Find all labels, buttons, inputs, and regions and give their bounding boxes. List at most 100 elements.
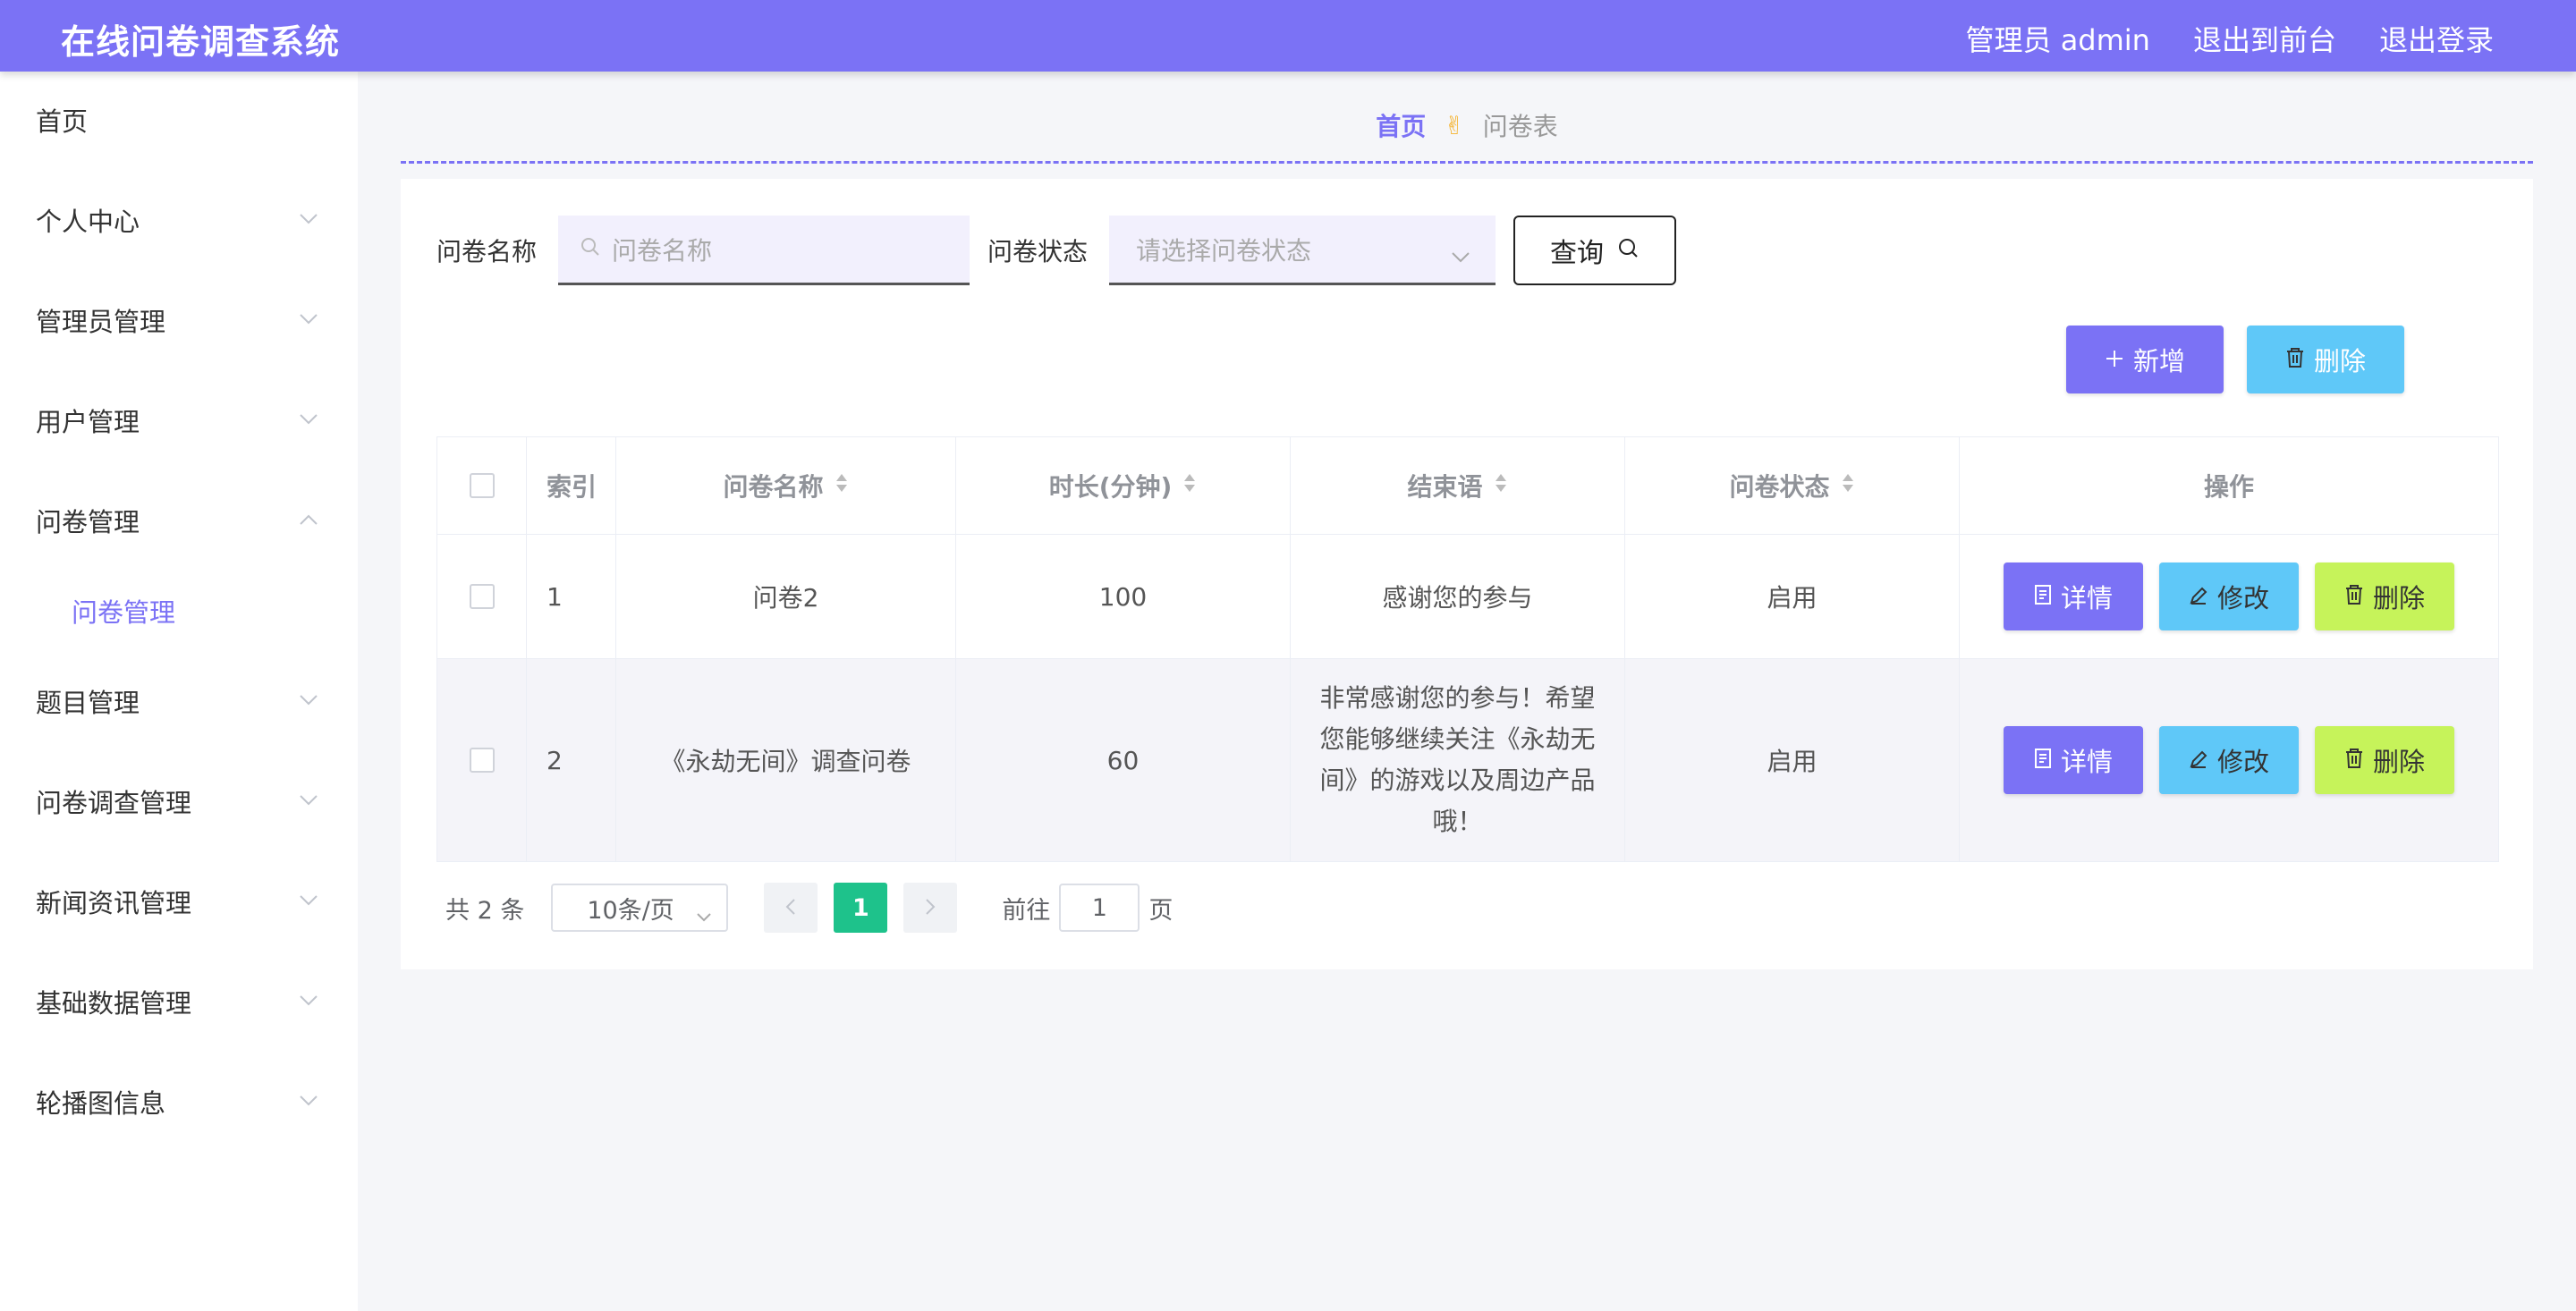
chevron-down-icon (299, 753, 320, 853)
sidebar-item-news-management[interactable]: 新闻资讯管理 (0, 853, 358, 953)
next-page-button[interactable] (903, 883, 958, 933)
column-header-label: 问卷名称 (723, 472, 824, 502)
chevron-down-icon (696, 901, 712, 929)
query-button[interactable]: 查询 (1513, 216, 1677, 285)
add-button[interactable]: 新增 (2066, 326, 2224, 393)
status-select[interactable]: 请选择问卷状态 (1109, 216, 1496, 285)
detail-button[interactable]: 详情 (2004, 726, 2143, 794)
top-header: 在线问卷调查系统 管理员 admin 退出到前台 退出登录 (0, 0, 2576, 72)
total-count: 共 2 条 (445, 896, 525, 925)
column-header-status[interactable]: 问卷状态 (1625, 437, 1960, 534)
cell-duration: 100 (956, 535, 1291, 658)
exit-to-frontend-link[interactable]: 退出到前台 (2193, 18, 2336, 59)
column-header-name[interactable]: 问卷名称 (616, 437, 956, 534)
sidebar-item-survey-management[interactable]: 问卷调查管理 (0, 753, 358, 853)
prev-page-button[interactable] (764, 883, 818, 933)
select-all-checkbox[interactable] (469, 473, 495, 498)
header-checkbox-cell (437, 437, 527, 534)
trash-icon (2344, 581, 2364, 612)
breadcrumb-home[interactable]: 首页 (1376, 107, 1426, 143)
table-row: 1 问卷2 100 感谢您的参与 启用 详情 修改 删除 (437, 535, 2498, 659)
sidebar-subitem-questionnaire-management[interactable]: 问卷管理 (0, 572, 358, 653)
name-search-input[interactable]: 问卷名称 (558, 216, 970, 285)
column-header-label: 时长(分钟) (1048, 472, 1173, 502)
row-checkbox[interactable] (469, 584, 495, 609)
row-checkbox[interactable] (469, 748, 495, 773)
search-bar: 问卷名称 问卷名称 问卷状态 请选择问卷状态 查询 (436, 215, 1677, 286)
sidebar-item-label: 基础数据管理 (36, 988, 192, 1019)
table-row: 2 《永劫无间》调查问卷 60 非常感谢您的参与！希望您能够继续关注《永劫无间》… (437, 659, 2498, 861)
status-filter-label: 问卷状态 (987, 237, 1089, 266)
delete-button[interactable]: 删除 (2315, 562, 2454, 630)
row-checkbox-cell (437, 659, 527, 861)
chevron-up-icon (299, 472, 320, 572)
goto-suffix: 页 (1148, 896, 1174, 925)
batch-delete-button[interactable]: 删除 (2247, 326, 2404, 393)
column-header-label: 问卷状态 (1729, 472, 1830, 502)
name-search-placeholder: 问卷名称 (612, 235, 713, 266)
page-number-active[interactable]: 1 (834, 883, 888, 933)
edit-button[interactable]: 修改 (2159, 726, 2299, 794)
document-icon (2034, 581, 2052, 612)
sidebar-item-label: 新闻资讯管理 (36, 888, 192, 918)
sort-icon[interactable] (1494, 471, 1508, 501)
cell-ending: 感谢您的参与 (1291, 535, 1625, 658)
detail-button[interactable]: 详情 (2004, 562, 2143, 630)
sidebar-item-label: 问卷调查管理 (36, 788, 192, 818)
sidebar-item-basic-data-management[interactable]: 基础数据管理 (0, 953, 358, 1053)
search-icon (580, 234, 601, 264)
chevron-down-icon (299, 1053, 320, 1154)
trash-icon (2285, 344, 2305, 375)
content-panel: 问卷名称 问卷名称 问卷状态 请选择问卷状态 查询 新增 删除 索引 问卷名称 (401, 179, 2533, 969)
column-header-duration[interactable]: 时长(分钟) (956, 437, 1291, 534)
sidebar-item-home[interactable]: 首页 (0, 72, 358, 172)
detail-button-label: 详情 (2060, 747, 2113, 777)
admin-user-link[interactable]: 管理员 admin (1966, 18, 2150, 59)
cell-name: 《永劫无间》调查问卷 (616, 659, 956, 861)
sort-icon[interactable] (1841, 471, 1855, 501)
victory-hand-icon: ✌ (1444, 110, 1465, 140)
sidebar-item-admin-management[interactable]: 管理员管理 (0, 272, 358, 372)
cell-actions: 详情 修改 删除 (1960, 659, 2498, 861)
document-icon (2034, 745, 2052, 775)
goto-page-input[interactable]: 1 (1059, 884, 1140, 932)
column-header-ending[interactable]: 结束语 (1291, 437, 1625, 534)
chevron-left-icon (785, 894, 796, 922)
sidebar-item-carousel-info[interactable]: 轮播图信息 (0, 1053, 358, 1154)
plus-icon (2105, 344, 2124, 375)
sidebar-item-user-management[interactable]: 用户管理 (0, 372, 358, 472)
chevron-down-icon (299, 272, 320, 372)
row-checkbox-cell (437, 535, 527, 658)
sidebar-item-label: 用户管理 (36, 407, 140, 437)
pencil-icon (2189, 745, 2208, 775)
detail-button-label: 详情 (2060, 583, 2113, 613)
sidebar-item-questionnaire-management[interactable]: 问卷管理 (0, 472, 358, 572)
sidebar-item-label: 题目管理 (36, 688, 140, 718)
pagination: 共 2 条 10条/页 1 前往 1 页 (445, 882, 1173, 934)
cell-name: 问卷2 (616, 535, 956, 658)
batch-delete-label: 删除 (2313, 346, 2366, 376)
cell-status: 启用 (1625, 535, 1960, 658)
cell-index: 1 (527, 535, 616, 658)
chevron-down-icon (299, 172, 320, 272)
sort-icon[interactable] (835, 471, 849, 501)
page-size-select[interactable]: 10条/页 (551, 884, 729, 932)
cell-status: 启用 (1625, 659, 1960, 861)
edit-button-label: 修改 (2216, 583, 2269, 613)
add-button-label: 新增 (2132, 346, 2185, 376)
questionnaire-table: 索引 问卷名称 时长(分钟) 结束语 问卷状态 操作 1 问卷2 100 感谢您… (436, 436, 2499, 862)
cell-actions: 详情 修改 删除 (1960, 535, 2498, 658)
sidebar-item-personal-center[interactable]: 个人中心 (0, 172, 358, 272)
sort-icon[interactable] (1182, 471, 1197, 501)
app-title: 在线问卷调查系统 (61, 22, 341, 62)
chevron-down-icon (299, 653, 320, 753)
edit-button[interactable]: 修改 (2159, 562, 2299, 630)
name-filter-label: 问卷名称 (436, 237, 538, 266)
chevron-down-icon (299, 953, 320, 1053)
sidebar-item-question-management[interactable]: 题目管理 (0, 653, 358, 753)
table-header-row: 索引 问卷名称 时长(分钟) 结束语 问卷状态 操作 (437, 437, 2498, 535)
sidebar-item-label: 个人中心 (36, 207, 140, 237)
logout-link[interactable]: 退出登录 (2379, 18, 2494, 59)
delete-button[interactable]: 删除 (2315, 726, 2454, 794)
chevron-down-icon (299, 372, 320, 472)
